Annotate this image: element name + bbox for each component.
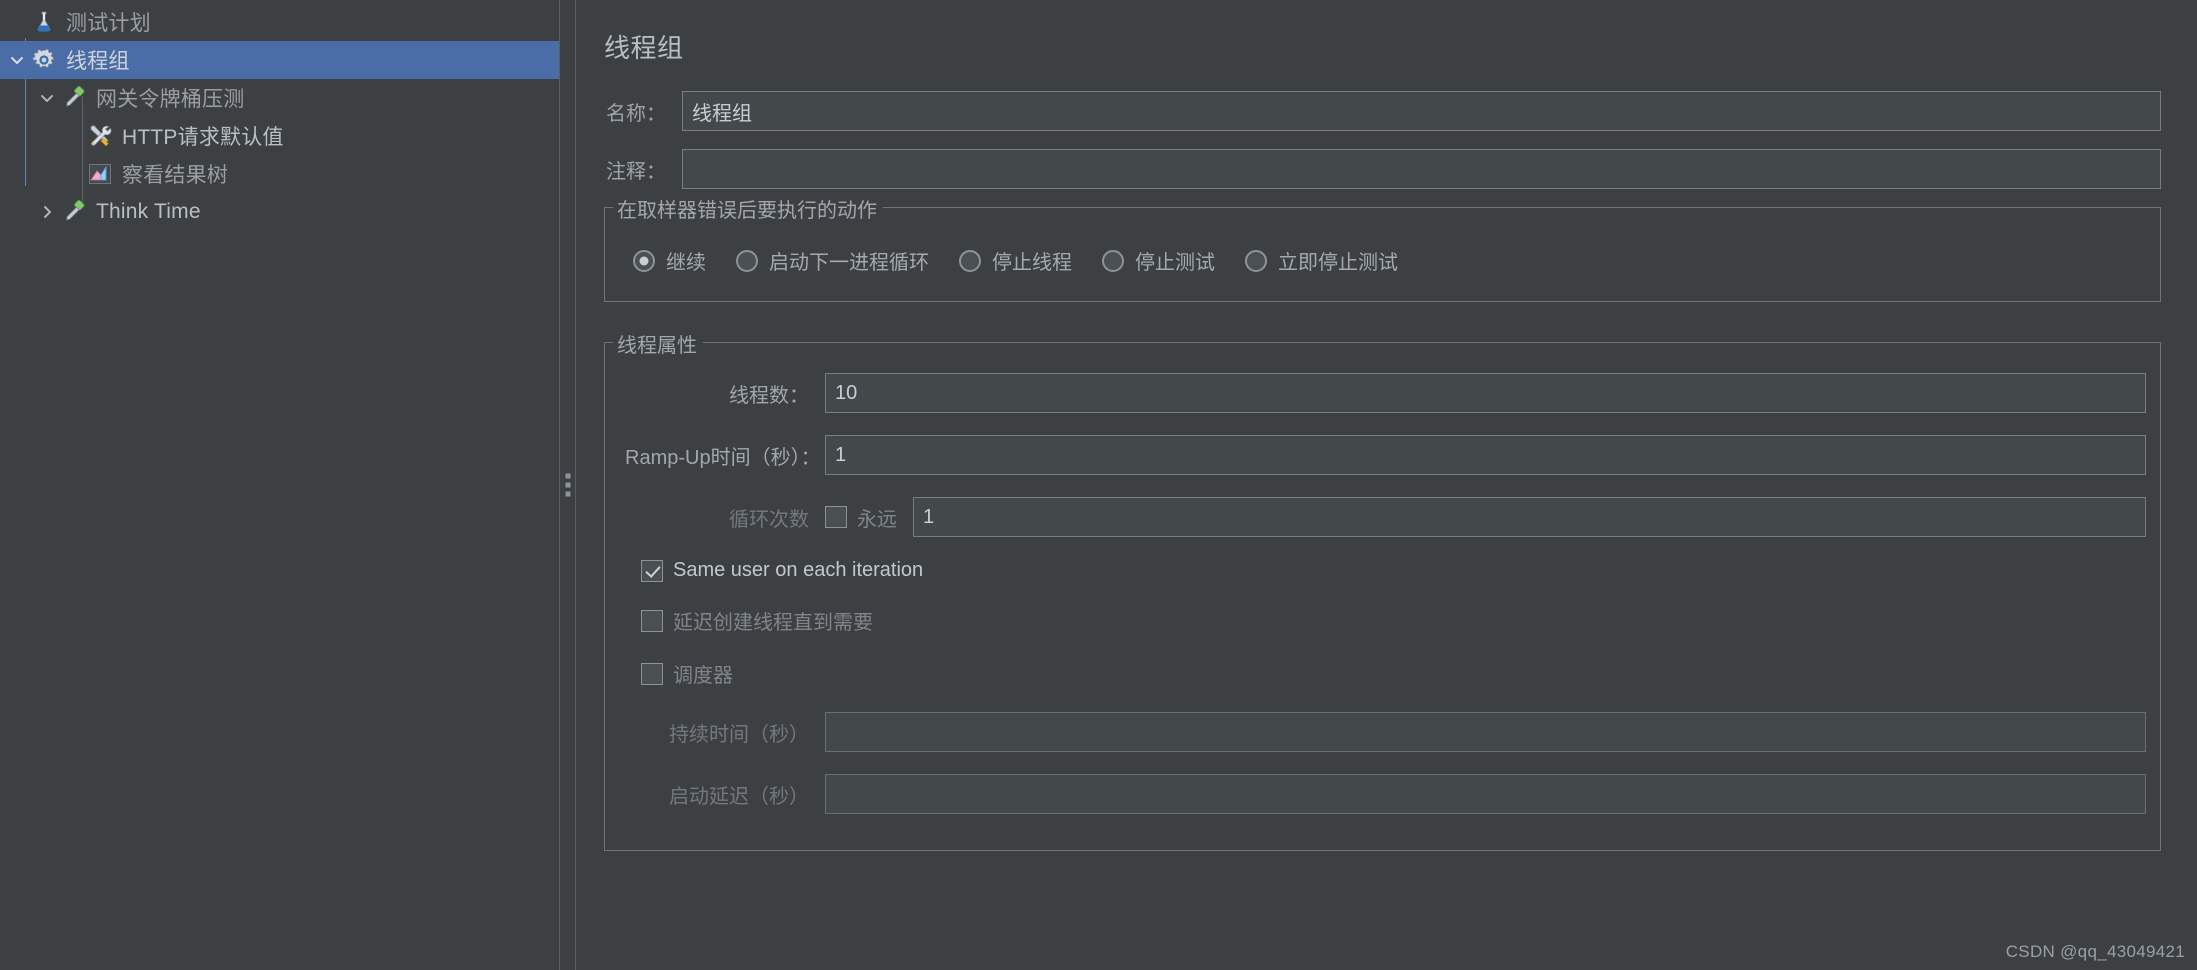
scheduler-row: 调度器 bbox=[619, 659, 2146, 688]
tree-item-gateway-token-bucket[interactable]: 网关令牌桶压测 bbox=[0, 79, 559, 117]
comment-label: 注释： bbox=[606, 160, 666, 183]
test-plan-tree-panel: 测试计划 线程组 网关令牌桶压测 HTTP请求默认值 察看结果树 Think T… bbox=[0, 0, 560, 970]
comment-input[interactable] bbox=[682, 149, 2161, 189]
duration-label: 持续时间（秒） bbox=[669, 723, 809, 746]
controller-dropper-icon bbox=[60, 84, 88, 112]
csdn-watermark: CSDN @qq_43049421 bbox=[2005, 942, 2185, 961]
tree-item-label: 测试计划 bbox=[66, 12, 151, 35]
controller-dropper-icon bbox=[60, 198, 88, 226]
sampler-error-action-radios: 继续 启动下一进程循环 停止线程 停止测试 立即停止测试 bbox=[619, 234, 2146, 279]
ramp-up-row: Ramp-Up时间（秒）： bbox=[619, 435, 2146, 475]
panel-splitter[interactable] bbox=[560, 0, 576, 970]
splitter-dots bbox=[565, 473, 570, 497]
radio-stop-test-now[interactable]: 立即停止测试 bbox=[1245, 246, 1398, 275]
twisty-placeholder bbox=[4, 3, 30, 41]
tree-item-label: Think Time bbox=[96, 200, 201, 223]
duration-row: 持续时间（秒） bbox=[619, 712, 2146, 752]
tree-item-view-results-tree[interactable]: 察看结果树 bbox=[0, 155, 559, 193]
num-threads-label: 线程数： bbox=[729, 384, 809, 407]
name-field-row: 名称： bbox=[598, 91, 2161, 131]
radio-label: 停止线程 bbox=[992, 252, 1072, 274]
tree-item-label: 线程组 bbox=[66, 50, 130, 73]
forever-label: 永远 bbox=[857, 508, 897, 531]
radio-label: 停止测试 bbox=[1135, 252, 1215, 274]
num-threads-row: 线程数： bbox=[619, 373, 2146, 413]
view-results-tree-icon bbox=[86, 160, 114, 188]
tree-item-http-request-defaults[interactable]: HTTP请求默认值 bbox=[0, 117, 559, 155]
page-title: 线程组 bbox=[604, 33, 684, 63]
same-user-row: Same user on each iteration bbox=[619, 559, 2146, 582]
thread-properties-group: 线程属性 线程数： Ramp-Up时间（秒）： 循环次数 永远 bbox=[604, 329, 2161, 851]
ramp-up-input[interactable] bbox=[825, 435, 2146, 475]
radio-label: 启动下一进程循环 bbox=[769, 252, 929, 274]
chevron-down-icon[interactable] bbox=[4, 41, 30, 79]
radio-label: 继续 bbox=[666, 252, 706, 274]
startup-delay-input[interactable] bbox=[825, 774, 2146, 814]
tree-item-think-time[interactable]: Think Time bbox=[0, 193, 559, 231]
chevron-down-icon[interactable] bbox=[34, 79, 60, 117]
loop-count-row: 循环次数 永远 bbox=[619, 497, 2146, 537]
radio-label: 立即停止测试 bbox=[1278, 252, 1398, 274]
startup-delay-label: 启动延迟（秒） bbox=[669, 785, 809, 808]
same-user-checkbox[interactable]: Same user on each iteration bbox=[641, 559, 923, 582]
name-input[interactable] bbox=[682, 91, 2161, 131]
radio-mark-icon bbox=[1245, 249, 1267, 272]
checkbox-box-icon bbox=[825, 506, 847, 528]
ramp-up-label: Ramp-Up时间（秒）： bbox=[625, 446, 821, 469]
thread-properties-legend: 线程属性 bbox=[613, 329, 703, 358]
tree-item-thread-group[interactable]: 线程组 bbox=[0, 41, 559, 79]
sampler-error-action-group: 在取样器错误后要执行的动作 继续 启动下一进程循环 停止线程 停止测试 立即停止… bbox=[604, 194, 2161, 302]
comment-field-row: 注释： bbox=[598, 149, 2161, 189]
splitter-dot bbox=[565, 473, 570, 479]
jmeter-window: 测试计划 线程组 网关令牌桶压测 HTTP请求默认值 察看结果树 Think T… bbox=[0, 0, 2197, 970]
radio-mark-icon bbox=[959, 249, 981, 272]
radio-mark-icon bbox=[633, 249, 655, 272]
splitter-dot bbox=[565, 491, 570, 497]
forever-checkbox[interactable]: 永远 bbox=[825, 503, 897, 532]
duration-input[interactable] bbox=[825, 712, 2146, 752]
startup-delay-row: 启动延迟（秒） bbox=[619, 774, 2146, 814]
tree-item-label: 察看结果树 bbox=[122, 164, 228, 187]
radio-mark-icon bbox=[1102, 249, 1124, 272]
config-tools-icon bbox=[86, 122, 114, 150]
checkbox-box-icon bbox=[641, 662, 663, 685]
checkbox-checked-icon bbox=[641, 559, 663, 582]
splitter-dot bbox=[565, 482, 570, 488]
delay-thread-creation-label: 延迟创建线程直到需要 bbox=[673, 612, 873, 634]
loop-count-label: 循环次数 bbox=[729, 508, 809, 531]
scheduler-label: 调度器 bbox=[673, 665, 733, 687]
test-plan-flask-icon bbox=[30, 8, 58, 36]
radio-stop-test[interactable]: 停止测试 bbox=[1102, 246, 1215, 275]
radio-mark-icon bbox=[736, 249, 758, 272]
num-threads-input[interactable] bbox=[825, 373, 2146, 413]
tree-item-test-plan[interactable]: 测试计划 bbox=[0, 3, 559, 41]
sampler-error-action-legend: 在取样器错误后要执行的动作 bbox=[613, 194, 883, 223]
thread-group-config-panel: 线程组 名称： 注释： 在取样器错误后要执行的动作 继续 启动下一进程循环 bbox=[576, 0, 2197, 970]
thread-group-gear-icon bbox=[30, 46, 58, 74]
tree-item-label: HTTP请求默认值 bbox=[122, 126, 284, 149]
radio-start-next-thread-loop[interactable]: 启动下一进程循环 bbox=[736, 246, 929, 275]
delay-thread-creation-checkbox[interactable]: 延迟创建线程直到需要 bbox=[641, 606, 873, 635]
same-user-label: Same user on each iteration bbox=[673, 559, 924, 581]
chevron-right-icon[interactable] bbox=[34, 193, 60, 231]
checkbox-box-icon bbox=[641, 609, 663, 632]
loop-count-input[interactable] bbox=[913, 497, 2146, 537]
radio-stop-thread[interactable]: 停止线程 bbox=[959, 246, 1072, 275]
tree-item-label: 网关令牌桶压测 bbox=[96, 88, 245, 111]
delay-thread-creation-row: 延迟创建线程直到需要 bbox=[619, 606, 2146, 635]
scheduler-checkbox[interactable]: 调度器 bbox=[641, 659, 733, 688]
radio-continue[interactable]: 继续 bbox=[633, 246, 706, 275]
name-label: 名称： bbox=[606, 102, 666, 125]
